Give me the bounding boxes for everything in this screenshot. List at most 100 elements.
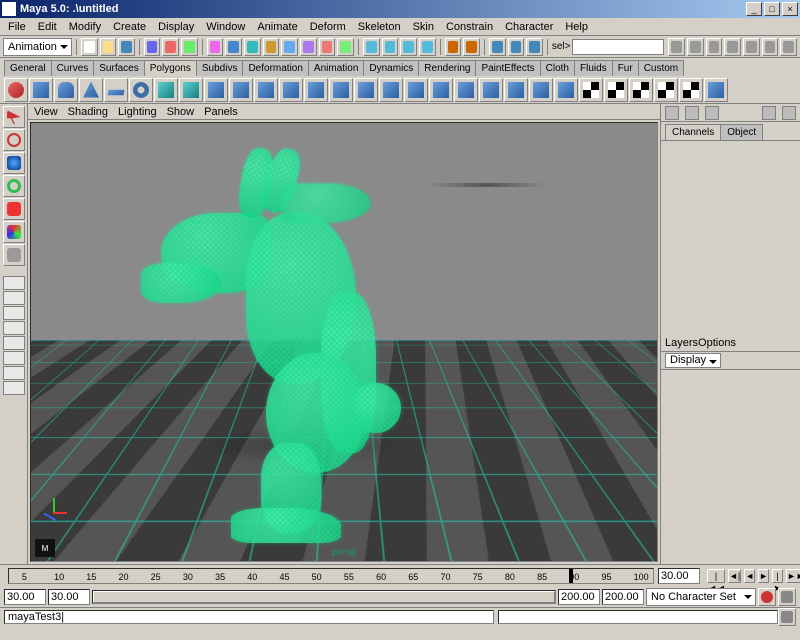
view-menu-show[interactable]: Show xyxy=(167,106,195,118)
current-frame-field[interactable]: 30.00 xyxy=(658,568,700,584)
view-menu-lighting[interactable]: Lighting xyxy=(118,106,157,118)
shelf-poly-icon[interactable] xyxy=(504,78,528,102)
shelf-tab-rendering[interactable]: Rendering xyxy=(418,60,476,76)
shelf-uv-icon[interactable] xyxy=(679,78,703,102)
layout-button[interactable] xyxy=(780,38,797,56)
shelf-torus-icon[interactable] xyxy=(129,78,153,102)
mask-button[interactable] xyxy=(319,38,336,56)
shelf-cone-icon[interactable] xyxy=(79,78,103,102)
shelf-uv-icon[interactable] xyxy=(629,78,653,102)
range-slider[interactable] xyxy=(92,590,556,604)
channel-icon[interactable] xyxy=(762,106,776,120)
shelf-tab-fluids[interactable]: Fluids xyxy=(574,60,613,76)
play-forward-button[interactable]: ► xyxy=(758,569,769,583)
autokey-button[interactable] xyxy=(758,588,776,606)
shelf-poly-icon[interactable] xyxy=(429,78,453,102)
mask-button[interactable] xyxy=(244,38,261,56)
last-tool[interactable] xyxy=(3,244,25,266)
layout-icon[interactable] xyxy=(3,336,25,350)
layout-button[interactable] xyxy=(743,38,760,56)
menu-help[interactable]: Help xyxy=(559,19,594,35)
close-button[interactable]: × xyxy=(782,2,798,16)
select-by-component-button[interactable] xyxy=(181,38,198,56)
shelf-tab-polygons[interactable]: Polygons xyxy=(144,60,197,76)
step-back-button[interactable]: ◄| xyxy=(728,569,741,583)
tab-options[interactable]: Options xyxy=(698,337,736,349)
minimize-button[interactable]: _ xyxy=(746,2,762,16)
shelf-poly-icon[interactable] xyxy=(454,78,478,102)
shelf-uv-icon[interactable] xyxy=(604,78,628,102)
shelf-poly-icon[interactable] xyxy=(179,78,203,102)
shelf-cylinder-icon[interactable] xyxy=(54,78,78,102)
select-by-hierarchy-button[interactable] xyxy=(144,38,161,56)
command-line[interactable]: mayaTest3| xyxy=(4,610,494,624)
channel-icon[interactable] xyxy=(705,106,719,120)
lasso-tool[interactable] xyxy=(3,129,25,151)
menu-skin[interactable]: Skin xyxy=(407,19,440,35)
mask-button[interactable] xyxy=(207,38,224,56)
shelf-tab-subdivs[interactable]: Subdivs xyxy=(196,60,244,76)
channel-icon[interactable] xyxy=(782,106,796,120)
shelf-poly-icon[interactable] xyxy=(404,78,428,102)
menu-display[interactable]: Display xyxy=(152,19,200,35)
snap-grid-button[interactable] xyxy=(363,38,380,56)
shelf-poly-icon[interactable] xyxy=(529,78,553,102)
menu-deform[interactable]: Deform xyxy=(304,19,352,35)
render-globals-button[interactable] xyxy=(526,38,543,56)
script-editor-button[interactable] xyxy=(778,608,796,626)
shelf-sphere-icon[interactable] xyxy=(4,78,28,102)
menu-window[interactable]: Window xyxy=(200,19,251,35)
shelf-tab-deformation[interactable]: Deformation xyxy=(242,60,308,76)
quick-select-field[interactable] xyxy=(572,39,664,55)
move-tool[interactable] xyxy=(3,152,25,174)
playback-start-field[interactable]: 30.00 xyxy=(48,589,90,605)
shelf-poly-icon[interactable] xyxy=(554,78,578,102)
layer-display-dropdown[interactable]: Display xyxy=(665,353,721,368)
shelf-tab-painteffects[interactable]: PaintEffects xyxy=(475,60,540,76)
layout-single-icon[interactable] xyxy=(3,276,25,290)
viewport[interactable]: M persp xyxy=(30,122,658,562)
character-set-dropdown[interactable]: No Character Set xyxy=(646,588,756,606)
module-selector[interactable]: Animation xyxy=(3,38,72,56)
shelf-tab-animation[interactable]: Animation xyxy=(308,60,364,76)
menu-modify[interactable]: Modify xyxy=(63,19,107,35)
channel-icon[interactable] xyxy=(665,106,679,120)
history-button[interactable] xyxy=(445,38,462,56)
layout-button[interactable] xyxy=(724,38,741,56)
layout-button[interactable] xyxy=(706,38,723,56)
layout-icon[interactable] xyxy=(3,381,25,395)
shelf-poly-icon[interactable] xyxy=(479,78,503,102)
layout-icon[interactable] xyxy=(3,321,25,335)
history-button[interactable] xyxy=(463,38,480,56)
menu-animate[interactable]: Animate xyxy=(251,19,303,35)
layout-icon[interactable] xyxy=(3,351,25,365)
shelf-tab-curves[interactable]: Curves xyxy=(51,60,95,76)
range-start-field[interactable]: 30.00 xyxy=(4,589,46,605)
shelf-plane-icon[interactable] xyxy=(104,78,128,102)
play-back-button[interactable]: ◄ xyxy=(744,569,755,583)
layout-icon[interactable] xyxy=(3,366,25,380)
shelf-poly-icon[interactable] xyxy=(304,78,328,102)
save-scene-button[interactable] xyxy=(118,38,135,56)
shelf-uv-icon[interactable] xyxy=(654,78,678,102)
shelf-poly-icon[interactable] xyxy=(254,78,278,102)
shelf-poly-icon[interactable] xyxy=(204,78,228,102)
layout-four-icon[interactable] xyxy=(3,291,25,305)
shelf-tab-dynamics[interactable]: Dynamics xyxy=(363,60,419,76)
fast-forward-button[interactable]: ►►| xyxy=(786,569,800,583)
tab-channels[interactable]: Channels xyxy=(665,124,721,140)
menu-character[interactable]: Character xyxy=(499,19,559,35)
snap-curve-button[interactable] xyxy=(382,38,399,56)
shelf-tab-surfaces[interactable]: Surfaces xyxy=(93,60,144,76)
shelf-tab-custom[interactable]: Custom xyxy=(638,60,684,76)
open-scene-button[interactable] xyxy=(100,38,117,56)
menu-edit[interactable]: Edit xyxy=(32,19,63,35)
shelf-tab-general[interactable]: General xyxy=(4,60,52,76)
layout-button[interactable] xyxy=(668,38,685,56)
shelf-cube-icon[interactable] xyxy=(29,78,53,102)
tab-layers[interactable]: Layers xyxy=(665,337,698,349)
step-forward-button[interactable]: |► xyxy=(772,569,783,583)
mask-button[interactable] xyxy=(263,38,280,56)
mask-button[interactable] xyxy=(225,38,242,56)
select-tool[interactable] xyxy=(3,106,25,128)
